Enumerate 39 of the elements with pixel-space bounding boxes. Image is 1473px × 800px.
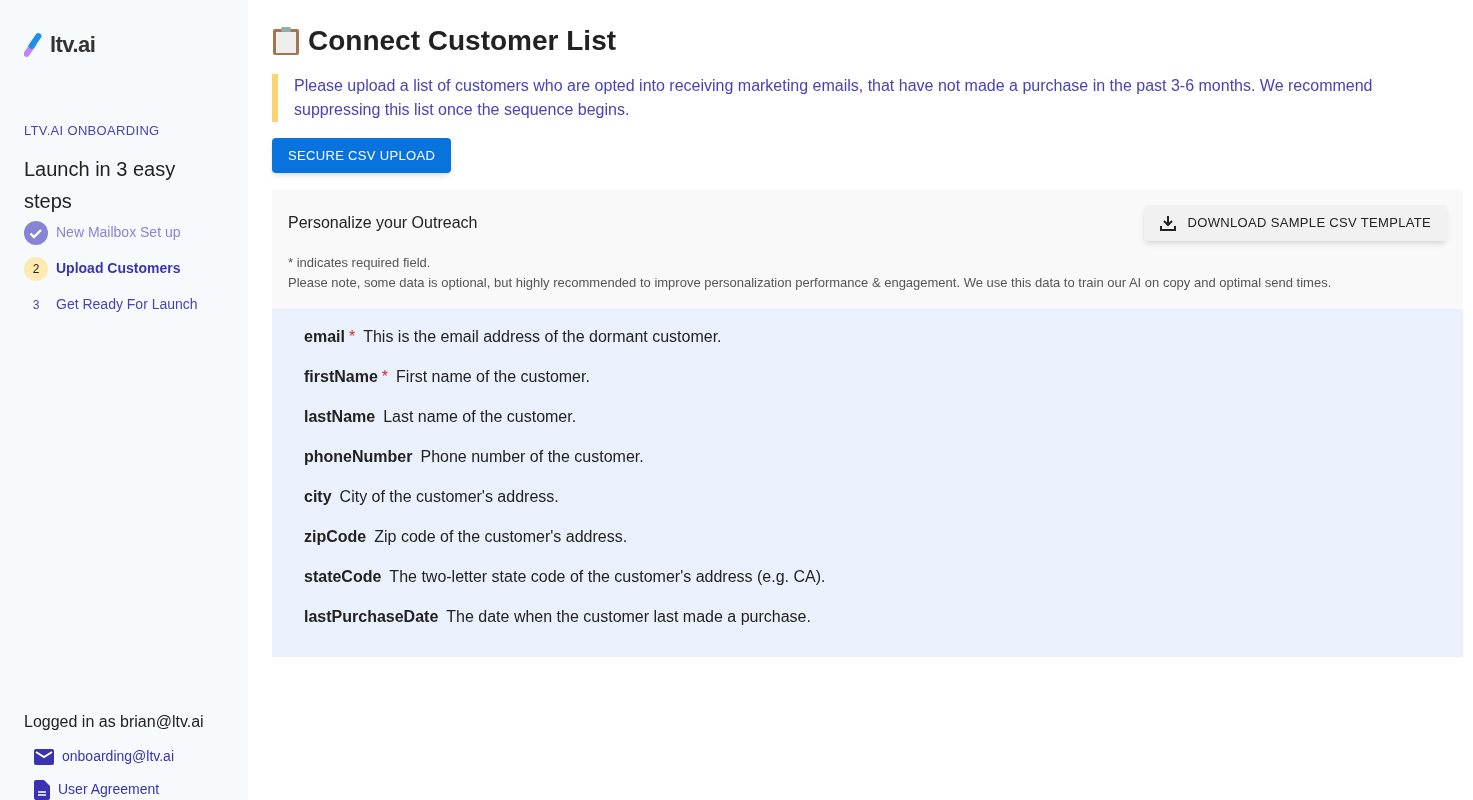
field-name: firstName [304, 367, 378, 387]
field-name: phoneNumber [304, 447, 413, 467]
secure-upload-button[interactable]: SECURE CSV UPLOAD [272, 138, 452, 173]
section-label: LTV.AI ONBOARDING [24, 122, 161, 140]
required-note: * indicates required field. [287, 254, 432, 272]
field-description: First name of the customer. [396, 367, 590, 387]
notice-text: Please upload a list of customers who are opted into receiving marketing emails, that have not made a purchase in the past 3-6 months. We recommend suppressing this list once the sequence begins. [294, 76, 1374, 120]
field-description: This is the email address of the dormant customer. [363, 327, 722, 347]
field-description: Phone number of the customer. [420, 447, 644, 467]
field-description: Zip code of the customer's address. [374, 527, 628, 547]
page-title: Connect Customer List [308, 24, 617, 58]
field-name: city [304, 487, 332, 507]
field-name: zipCode [304, 527, 367, 547]
step-label[interactable]: Upload Customers [56, 258, 181, 279]
field-name: email [304, 327, 345, 347]
download-template-button[interactable]: DOWNLOAD SAMPLE CSV TEMPLATE [1143, 205, 1447, 241]
field-description: Last name of the customer. [383, 407, 577, 427]
logo-icon [24, 31, 44, 58]
step-number: 3 [31, 296, 41, 314]
required-asterisk: * [348, 327, 356, 347]
sidebar-link[interactable]: onboarding@ltv.ai [62, 746, 175, 767]
required-asterisk: * [381, 367, 389, 387]
clipboard-icon [272, 26, 300, 56]
field-name: lastName [304, 407, 376, 427]
mail-icon [34, 748, 54, 765]
download-icon [1159, 215, 1176, 231]
field-description: The two-letter state code of the customer's address (e.g. CA). [389, 567, 826, 587]
logo-text: ltv.ai [50, 31, 96, 59]
logged-in-text: Logged in as brian@ltv.ai [24, 712, 205, 732]
step-number: 2 [24, 256, 48, 281]
field-description: The date when the customer last made a purchase. [446, 607, 811, 627]
field-name: stateCode [304, 567, 382, 587]
sidebar-link[interactable]: User Agreement [58, 779, 160, 800]
field-description: City of the customer's address. [339, 487, 559, 507]
step-label[interactable]: Get Ready For Launch [56, 294, 198, 315]
field-name: lastPurchaseDate [304, 607, 439, 627]
optional-data-note: Please note, some data is optional, but highly recommended to improve personalization performance & engagement. We use this data to train our AI on copy and optimal send times. [287, 274, 1333, 292]
sidebar-heading: Launch in 3 easy steps [24, 156, 177, 214]
panel-title: Personalize your Outreach [288, 213, 478, 233]
